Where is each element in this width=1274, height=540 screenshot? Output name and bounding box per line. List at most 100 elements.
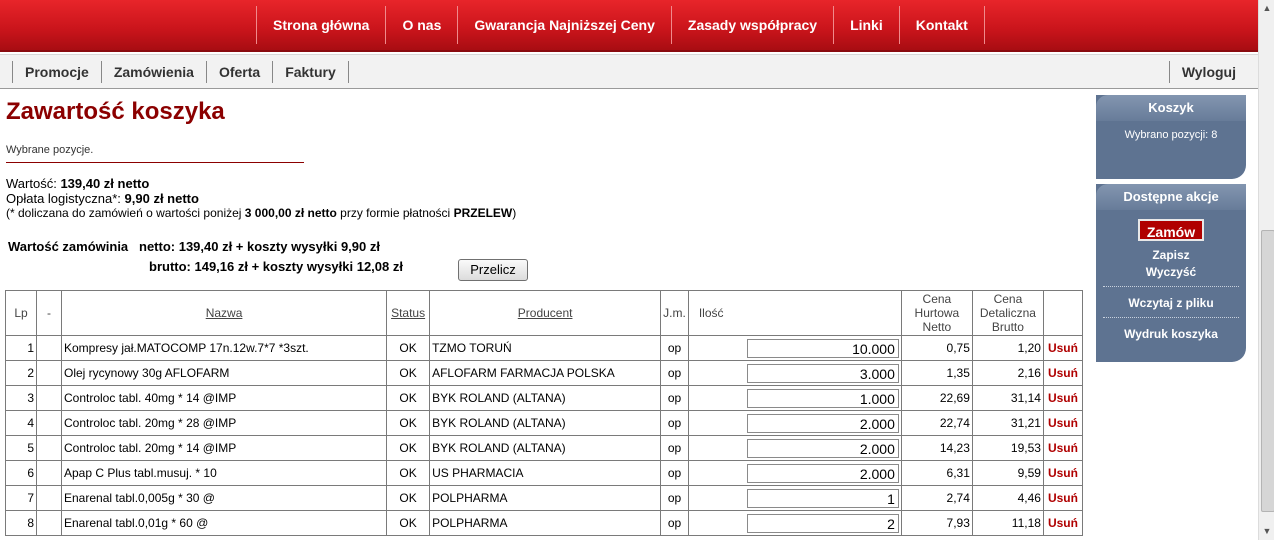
- nav-offer-link[interactable]: Oferta: [205, 61, 272, 83]
- row-retail-price: 19,53: [971, 435, 1044, 461]
- row-number: 6: [5, 460, 37, 486]
- nav-orders-link[interactable]: Zamówienia: [100, 61, 206, 83]
- cart-box-title: Koszyk: [1096, 95, 1246, 121]
- place-order-button[interactable]: Zamów: [1138, 219, 1204, 241]
- scroll-thumb[interactable]: [1261, 230, 1274, 512]
- row-quantity-input[interactable]: 2: [746, 513, 899, 533]
- table-row: 2 Olej rycynowy 30g AFLOFARM OK AFLOFARM FA…: [5, 360, 1084, 386]
- value-amount: 139,40 zł netto: [60, 176, 150, 191]
- row-unit: op: [660, 360, 689, 386]
- row-retail-price: 4,46: [971, 485, 1044, 511]
- nav-contact-link[interactable]: Kontakt: [898, 6, 985, 44]
- row-remove-link[interactable]: Usuń: [1042, 385, 1084, 411]
- row-wholesale-price: 22,74: [900, 410, 973, 436]
- row-quantity-input[interactable]: 3.000: [746, 363, 899, 383]
- col-actions: [1042, 290, 1084, 336]
- row-status: OK: [386, 510, 431, 536]
- row-status: OK: [386, 335, 431, 361]
- col-sort[interactable]: -: [36, 290, 62, 336]
- table-row: 5 Controloc tabl. 20mg * 14 @IMP OK BYK ROL…: [5, 435, 1084, 461]
- row-unit: op: [660, 485, 689, 511]
- row-number: 4: [5, 410, 37, 436]
- col-status[interactable]: Status: [386, 290, 431, 336]
- scroll-down-icon[interactable]: ▼: [1262, 526, 1272, 536]
- cart-table: Lp - Nazwa Status Producent J.m. Ilość C…: [5, 290, 1084, 536]
- clear-cart-link[interactable]: Wyczyść: [1096, 264, 1246, 281]
- row-number: 8: [5, 510, 37, 536]
- row-product-name: Enarenal tabl.0,005g * 30 @: [60, 485, 388, 511]
- row-status: OK: [386, 435, 431, 461]
- logout-link[interactable]: Wyloguj: [1168, 61, 1248, 83]
- fee-note: (* doliczana do zamówień o wartości poni…: [6, 206, 1086, 221]
- row-quantity-input[interactable]: 2.000: [746, 438, 899, 458]
- col-lp: Lp: [5, 290, 37, 336]
- row-status: OK: [386, 460, 431, 486]
- col-producer[interactable]: Producent: [429, 290, 662, 336]
- row-sort-cell: [36, 410, 62, 436]
- cart-summary: Wartość: 139,40 zł netto Opłata logistyc…: [6, 176, 1086, 221]
- row-status: OK: [386, 485, 431, 511]
- col-wholesale: Cena Hurtowa Netto: [900, 290, 973, 336]
- row-unit: op: [660, 385, 689, 411]
- nav-promotions-link[interactable]: Promocje: [12, 61, 101, 83]
- row-producer: BYK ROLAND (ALTANA): [429, 435, 662, 461]
- row-quantity-cell: 2.000: [687, 435, 902, 461]
- col-name[interactable]: Nazwa: [60, 290, 388, 336]
- note-prefix: (* doliczana do zamówień o wartości poni…: [6, 206, 245, 220]
- netto-total: netto: 139,40 zł + koszty wysyłki 9,90 z…: [139, 239, 380, 254]
- row-product-name: Apap C Plus tabl.musuj. * 10: [60, 460, 388, 486]
- actions-divider: [1103, 317, 1239, 319]
- row-quantity-input[interactable]: 1: [746, 488, 899, 508]
- print-cart-link[interactable]: Wydruk koszyka: [1096, 326, 1246, 343]
- row-quantity-input[interactable]: 2.000: [746, 413, 899, 433]
- row-wholesale-price: 1,35: [900, 360, 973, 386]
- row-retail-price: 31,14: [971, 385, 1044, 411]
- fee-amount: 9,90 zł netto: [124, 191, 199, 206]
- row-quantity-input[interactable]: 10.000: [746, 338, 899, 358]
- nav-about-link[interactable]: O nas: [385, 6, 457, 44]
- row-retail-price: 11,18: [971, 510, 1044, 536]
- actions-box-title: Dostępne akcje: [1096, 184, 1246, 210]
- vertical-scrollbar[interactable]: ▲ ▼: [1258, 0, 1274, 540]
- row-quantity-input[interactable]: 1.000: [746, 388, 899, 408]
- row-remove-link[interactable]: Usuń: [1042, 360, 1084, 386]
- load-from-file-link[interactable]: Wczytaj z pliku: [1096, 295, 1246, 312]
- nav-invoices-link[interactable]: Faktury: [272, 61, 349, 83]
- row-wholesale-price: 7,93: [900, 510, 973, 536]
- table-body: 1 Kompresy jał.MATOCOMP 17n.12w.7*7 *3szt…: [5, 335, 1084, 536]
- top-nav: Strona główna O nas Gwarancja Najniższej…: [256, 6, 985, 44]
- row-quantity-cell: 2: [687, 510, 902, 536]
- row-producer: TZMO TORUŃ: [429, 335, 662, 361]
- row-producer: US PHARMACIA: [429, 460, 662, 486]
- table-row: 3 Controloc tabl. 40mg * 14 @IMP OK BYK ROL…: [5, 385, 1084, 411]
- save-cart-link[interactable]: Zapisz: [1096, 247, 1246, 264]
- row-status: OK: [386, 360, 431, 386]
- nav-home-link[interactable]: Strona główna: [256, 6, 385, 44]
- nav-price-guarantee-link[interactable]: Gwarancja Najniższej Ceny: [457, 6, 671, 44]
- table-row: 8 Enarenal tabl.0,01g * 60 @ OK POLPHARMA op…: [5, 510, 1084, 536]
- row-sort-cell: [36, 485, 62, 511]
- row-unit: op: [660, 460, 689, 486]
- row-producer: AFLOFARM FARMACJA POLSKA: [429, 360, 662, 386]
- row-remove-link[interactable]: Usuń: [1042, 510, 1084, 536]
- row-quantity-cell: 1.000: [687, 385, 902, 411]
- cart-sidebar-box: Koszyk Wybrano pozycji: 8: [1096, 95, 1246, 179]
- row-number: 3: [5, 385, 37, 411]
- table-row: 1 Kompresy jał.MATOCOMP 17n.12w.7*7 *3szt…: [5, 335, 1084, 361]
- recalculate-button[interactable]: Przelicz: [458, 259, 528, 281]
- scroll-up-icon[interactable]: ▲: [1262, 3, 1272, 13]
- row-remove-link[interactable]: Usuń: [1042, 410, 1084, 436]
- row-remove-link[interactable]: Usuń: [1042, 460, 1084, 486]
- row-remove-link[interactable]: Usuń: [1042, 435, 1084, 461]
- row-producer: BYK ROLAND (ALTANA): [429, 410, 662, 436]
- row-quantity-cell: 2.000: [687, 460, 902, 486]
- nav-links-link[interactable]: Linki: [833, 6, 899, 44]
- row-remove-link[interactable]: Usuń: [1042, 485, 1084, 511]
- nav-terms-link[interactable]: Zasady współpracy: [670, 6, 833, 44]
- row-quantity-input[interactable]: 2.000: [746, 463, 899, 483]
- row-quantity-cell: 1: [687, 485, 902, 511]
- row-remove-link[interactable]: Usuń: [1042, 335, 1084, 361]
- col-retail: Cena Detaliczna Brutto: [971, 290, 1044, 336]
- note-mid: przy formie płatności: [336, 206, 454, 220]
- note-suffix: ): [512, 206, 517, 220]
